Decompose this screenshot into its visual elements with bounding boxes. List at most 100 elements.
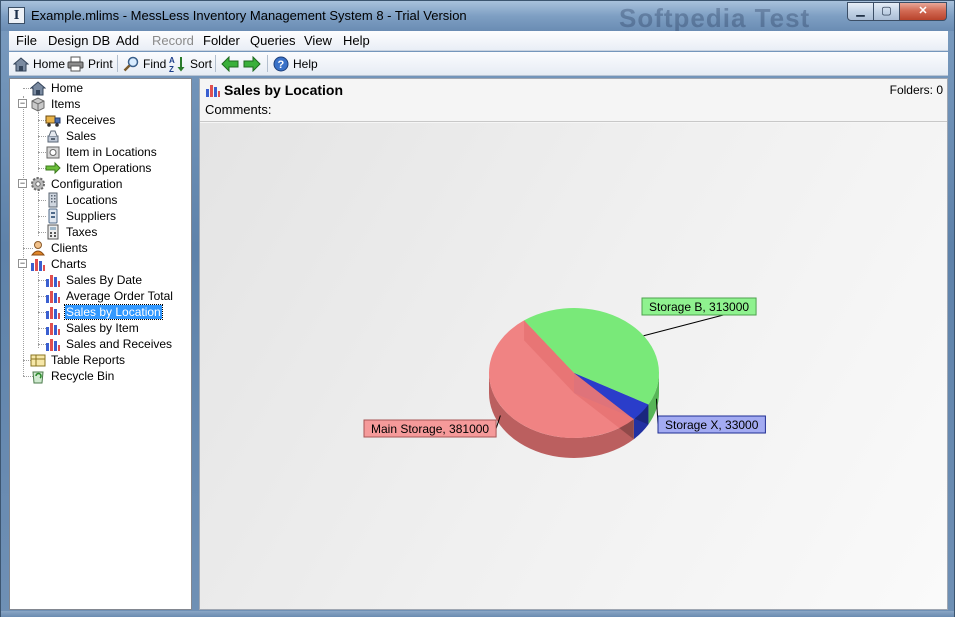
- arrow-left-icon: [221, 56, 239, 72]
- chart-icon: [206, 85, 220, 97]
- gear-icon: [31, 177, 45, 191]
- toolbar-separator: [267, 55, 268, 72]
- tree-item-label: Charts: [51, 257, 87, 271]
- item-location-icon: [46, 146, 60, 159]
- tree-item-label: Sales by Item: [66, 321, 139, 335]
- app-window: I Example.mlims - MessLess Inventory Man…: [0, 0, 955, 617]
- chart-icon: [46, 323, 60, 335]
- arrow-right-icon: [45, 161, 61, 175]
- find-button[interactable]: Find: [123, 55, 167, 73]
- tree-item-label: Recycle Bin: [51, 369, 115, 383]
- tree-item-label: Taxes: [66, 225, 98, 239]
- app-icon[interactable]: I: [8, 7, 25, 24]
- minimize-button[interactable]: ▁: [847, 2, 874, 21]
- back-button[interactable]: [221, 55, 241, 73]
- chart-icon: [46, 339, 60, 351]
- main-panel: Sales by Location Folders: 0 Comments: S…: [199, 78, 948, 610]
- menu-design-db[interactable]: Design DB: [48, 33, 110, 48]
- tree-item-label: Table Reports: [51, 353, 126, 367]
- page-title: Sales by Location: [224, 82, 344, 98]
- maximize-button[interactable]: ▢: [873, 2, 900, 21]
- sales-icon: [47, 130, 59, 143]
- tree-item-label: Home: [51, 81, 84, 95]
- supplier-icon: [48, 208, 58, 224]
- chart-icon: [46, 291, 60, 303]
- tree-item-label: Items: [51, 97, 81, 111]
- tree-item-label: Average Order Total: [66, 289, 173, 303]
- tree-item-label: Receives: [66, 113, 116, 127]
- printer-icon: [67, 56, 84, 72]
- toolbar-separator: [215, 55, 216, 72]
- svg-text:?: ?: [278, 59, 285, 71]
- truck-icon: [45, 115, 61, 127]
- toolbar-separator: [117, 55, 118, 72]
- tree-line: [23, 96, 24, 376]
- help-icon: ?: [273, 56, 289, 72]
- menu-add[interactable]: Add: [116, 33, 139, 48]
- forward-button[interactable]: [243, 55, 263, 73]
- tree-item-label: Clients: [51, 241, 88, 255]
- charts-collapse-toggle[interactable]: −: [18, 259, 27, 268]
- window-frame-bottom: [1, 611, 954, 617]
- tree-item-label: Sales: [66, 129, 97, 143]
- tree-line: [38, 112, 39, 172]
- chart-area: Storage B, 313000 Storage X, 33000 Main St…: [200, 123, 947, 609]
- menu-queries[interactable]: Queries: [250, 33, 296, 48]
- svg-text:Z: Z: [169, 65, 174, 73]
- help-button[interactable]: ? Help: [273, 55, 321, 73]
- close-button[interactable]: ✕: [899, 2, 947, 21]
- home-button[interactable]: Home: [13, 55, 65, 73]
- toolbar: Home Print Find A Z Sort ? Help: [9, 52, 948, 76]
- sort-button-label: Sort: [190, 57, 213, 71]
- pie-chart: Storage B, 313000 Storage X, 33000 Main St…: [363, 297, 766, 458]
- home-button-label: Home: [33, 57, 66, 71]
- magnifier-icon: [123, 56, 139, 72]
- items-collapse-toggle[interactable]: −: [18, 99, 27, 108]
- chart-header: Sales by Location Folders: 0 Comments:: [200, 79, 947, 122]
- building-icon: [48, 192, 58, 208]
- tree-item-label: Sales By Date: [66, 273, 143, 287]
- find-button-label: Find: [143, 57, 167, 71]
- tree-item-label: Item Operations: [66, 161, 152, 175]
- report-icon: [30, 354, 46, 367]
- print-button-label: Print: [88, 57, 113, 71]
- configuration-collapse-toggle[interactable]: −: [18, 179, 27, 188]
- recycle-bin-icon: [32, 371, 44, 384]
- window-title: Example.mlims - MessLess Inventory Manag…: [31, 8, 467, 23]
- help-button-label: Help: [293, 57, 318, 71]
- tree-item-label: Suppliers: [66, 209, 117, 223]
- items-icon: [31, 97, 45, 112]
- chart-icon: [31, 259, 45, 271]
- tree-line: [38, 272, 39, 348]
- home-icon: [13, 57, 29, 72]
- menu-file[interactable]: File: [16, 33, 37, 48]
- arrow-right-icon: [243, 56, 261, 72]
- chart-icon: [46, 275, 60, 287]
- tree-item-label: Locations: [66, 193, 118, 207]
- comments-label[interactable]: Comments:: [205, 102, 271, 117]
- home-icon: [30, 81, 46, 96]
- sort-button[interactable]: A Z Sort: [169, 55, 213, 73]
- menu-folder[interactable]: Folder: [203, 33, 240, 48]
- chart-icon: [46, 307, 60, 319]
- title-bar[interactable]: I Example.mlims - MessLess Inventory Man…: [1, 1, 954, 33]
- tree-item-label: Sales and Receives: [66, 337, 173, 351]
- navigation-tree[interactable]: − − − Home Items Receives Sales Item in …: [9, 78, 192, 610]
- tree-line: [38, 192, 39, 236]
- svg-text:A: A: [169, 56, 175, 65]
- slice-label: Main Storage, 381000: [371, 422, 489, 436]
- slice-label: Storage X, 33000: [665, 418, 759, 432]
- tree-item-label: Configuration: [51, 177, 123, 191]
- folders-count: Folders: 0: [889, 83, 943, 97]
- menu-help[interactable]: Help: [343, 33, 370, 48]
- sort-az-icon: A Z: [169, 56, 185, 73]
- tree-item-label: Item in Locations: [66, 145, 157, 159]
- menu-bar: File Design DB Add Record Folder Queries…: [9, 31, 948, 51]
- slice-label: Storage B, 313000: [649, 300, 749, 314]
- calculator-icon: [47, 224, 59, 240]
- tree-item-label: Sales by Location: [64, 304, 163, 320]
- print-button[interactable]: Print: [67, 55, 117, 73]
- menu-view[interactable]: View: [304, 33, 332, 48]
- person-icon: [30, 241, 46, 256]
- menu-record[interactable]: Record: [152, 33, 194, 48]
